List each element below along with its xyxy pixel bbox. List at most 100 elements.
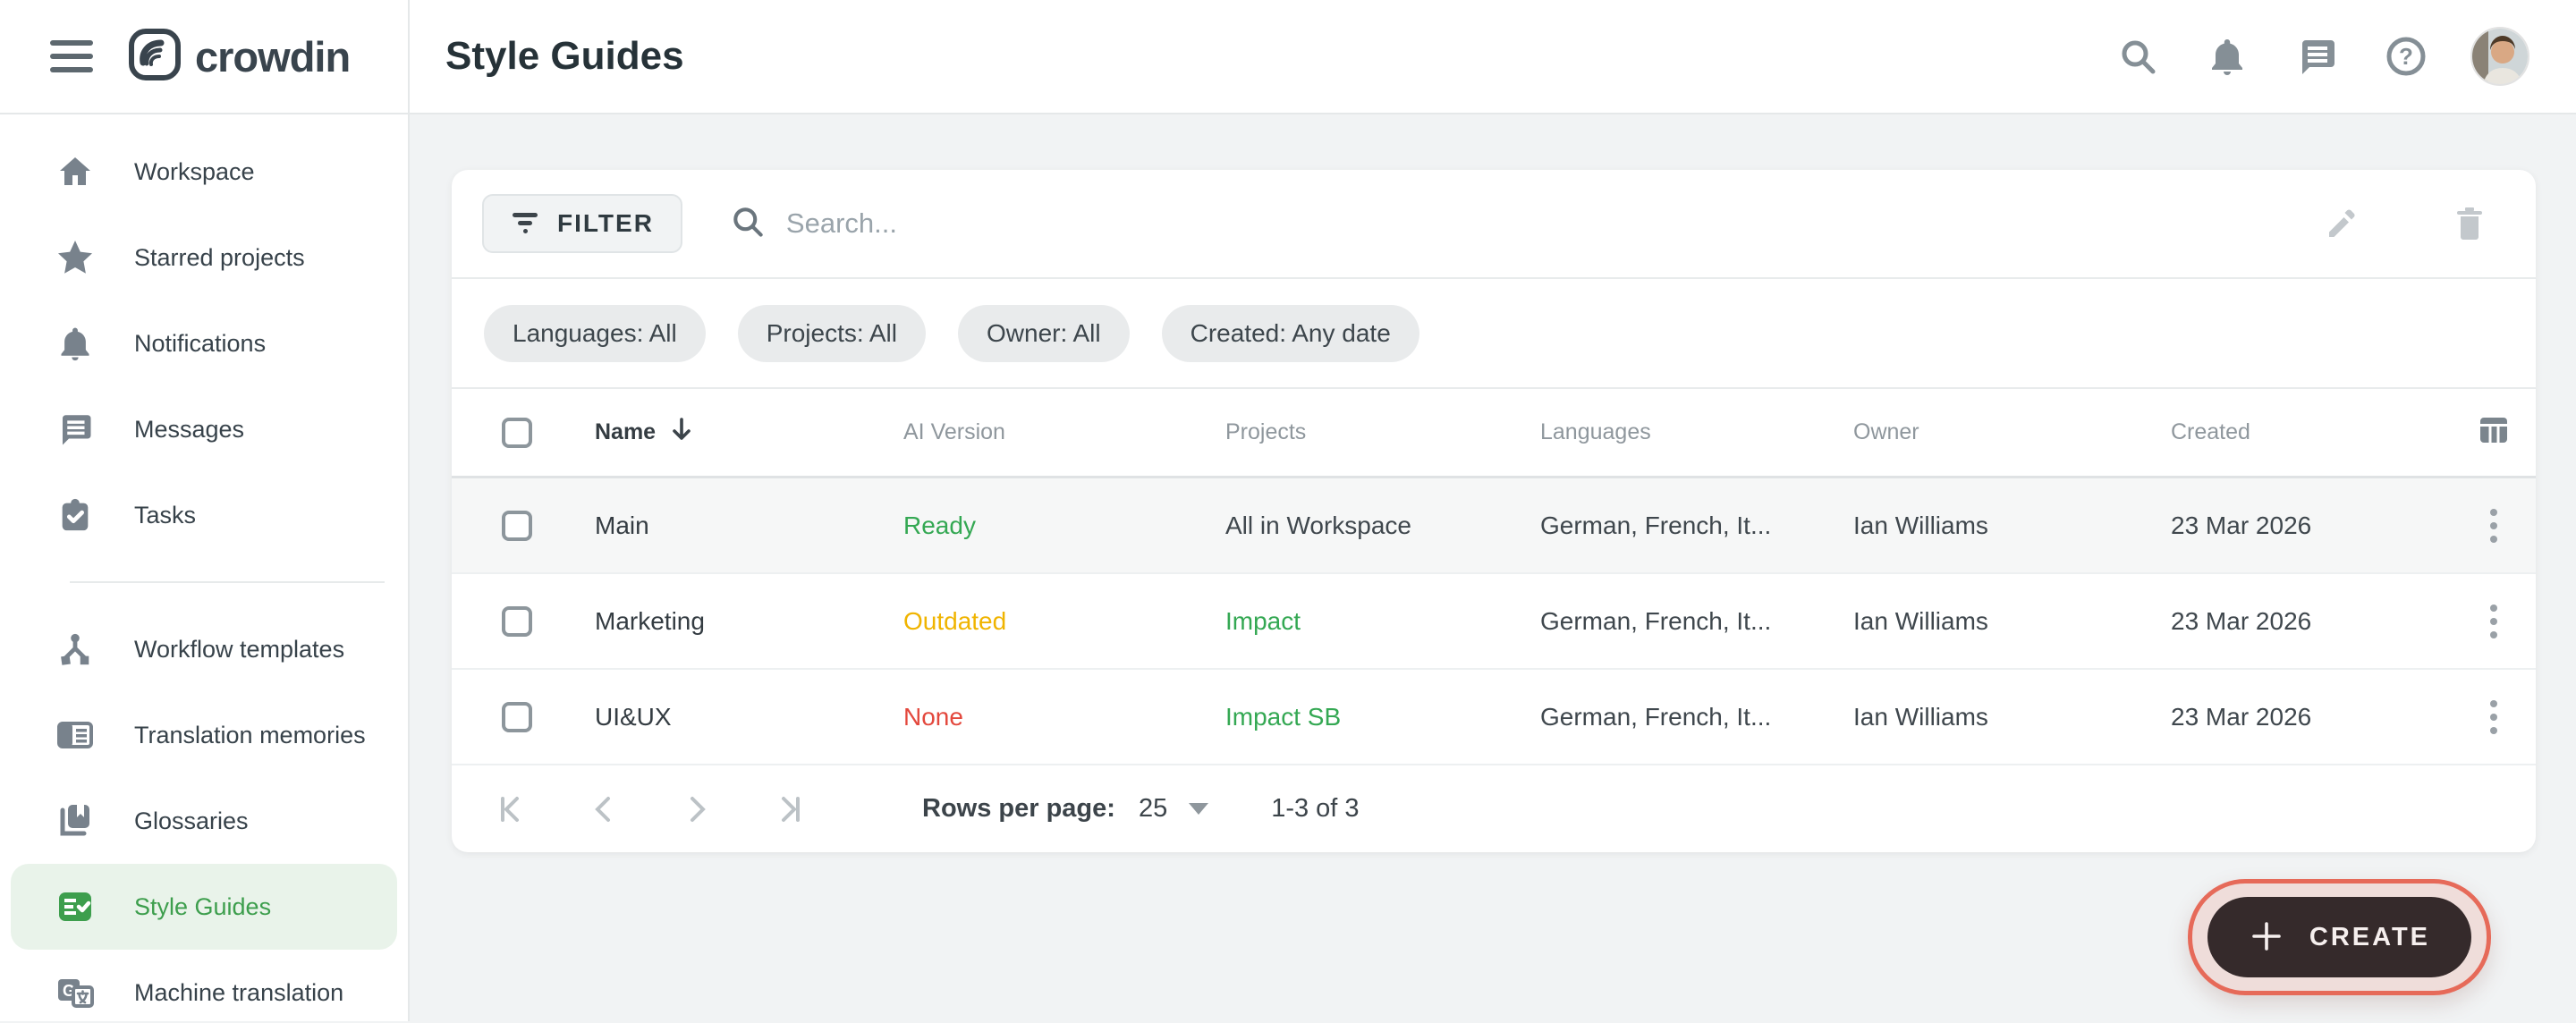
topbar-main: Style Guides ? [410, 0, 2576, 113]
column-header-languages[interactable]: Languages [1540, 419, 1853, 445]
table-row[interactable]: Marketing Outdated Impact German, French… [452, 574, 2536, 670]
filter-button-label: FILTER [557, 209, 654, 238]
messages-chat-icon[interactable] [2292, 31, 2342, 81]
chip-owner[interactable]: Owner: All [958, 305, 1130, 362]
sidebar-item-notifications[interactable]: Notifications [11, 300, 397, 386]
sidebar-item-label: Starred projects [134, 244, 305, 272]
cell-languages: German, French, It... [1540, 607, 1853, 636]
top-bar: crowdin Style Guides ? [0, 0, 2576, 114]
cell-projects-link[interactable]: Impact [1225, 607, 1540, 636]
cell-created: 23 Mar 2026 [2171, 703, 2478, 731]
sidebar-item-messages[interactable]: Messages [11, 386, 397, 472]
cell-projects-link[interactable]: Impact SB [1225, 703, 1540, 731]
sidebar-item-style-guides[interactable]: Style Guides [11, 864, 397, 950]
row-checkbox[interactable] [502, 606, 532, 637]
cell-created: 23 Mar 2026 [2171, 607, 2478, 636]
last-page-icon[interactable] [770, 790, 809, 829]
sidebar-item-workspace[interactable]: Workspace [11, 129, 397, 215]
toolbar-actions [2318, 199, 2505, 249]
column-header-projects[interactable]: Projects [1225, 419, 1540, 445]
menu-icon[interactable] [50, 40, 93, 72]
crowdin-logo-icon [127, 27, 182, 87]
help-icon[interactable]: ? [2381, 31, 2431, 81]
style-guides-icon [55, 887, 95, 926]
sidebar-item-starred-projects[interactable]: Starred projects [11, 215, 397, 300]
row-checkbox[interactable] [502, 702, 532, 732]
cell-ai-version: None [903, 703, 1225, 731]
delete-trash-icon[interactable] [2445, 199, 2495, 249]
cell-created: 23 Mar 2026 [2171, 512, 2478, 540]
sidebar-item-glossaries[interactable]: Glossaries [11, 778, 397, 864]
table-row[interactable]: UI&UX None Impact SB German, French, It.… [452, 670, 2536, 765]
style-guides-card: FILTER La [452, 170, 2536, 852]
machine-translation-icon: G [55, 973, 95, 1012]
column-settings-icon[interactable] [2478, 414, 2509, 451]
chip-projects[interactable]: Projects: All [738, 305, 926, 362]
cell-name: UI&UX [595, 703, 903, 731]
rows-per-page-label: Rows per page: [922, 794, 1115, 824]
plus-icon [2249, 918, 2284, 957]
edit-pencil-icon[interactable] [2318, 199, 2368, 249]
chip-languages[interactable]: Languages: All [484, 305, 706, 362]
cell-ai-version: Ready [903, 512, 1225, 540]
row-menu-kebab-icon[interactable] [2478, 599, 2509, 644]
row-checkbox[interactable] [502, 511, 532, 541]
sidebar-item-tasks[interactable]: Tasks [11, 472, 397, 558]
sort-desc-arrow-icon [670, 417, 693, 448]
search-icon [729, 203, 767, 245]
next-page-icon[interactable] [677, 790, 716, 829]
cell-owner: Ian Williams [1853, 703, 2171, 731]
filter-icon [511, 210, 541, 238]
sidebar-divider [70, 581, 385, 583]
sidebar-item-workflow-templates[interactable]: Workflow templates [11, 606, 397, 692]
sidebar-item-translation-memories[interactable]: Translation memories [11, 692, 397, 778]
create-button[interactable]: CREATE [2207, 897, 2471, 977]
sidebar-item-label: Tasks [134, 502, 196, 529]
page-title: Style Guides [445, 34, 684, 79]
main-content: FILTER La [410, 114, 2576, 1021]
cell-ai-version: Outdated [903, 607, 1225, 636]
column-header-owner[interactable]: Owner [1853, 419, 2171, 445]
row-menu-kebab-icon[interactable] [2478, 503, 2509, 548]
filter-button[interactable]: FILTER [482, 194, 682, 253]
first-page-icon[interactable] [491, 790, 530, 829]
topbar-actions: ? [2113, 27, 2529, 86]
cell-projects: All in Workspace [1225, 512, 1540, 540]
previous-page-icon[interactable] [584, 790, 623, 829]
translation-memory-icon [55, 715, 95, 755]
brand-wordmark: crowdin [195, 32, 350, 81]
home-icon [55, 152, 95, 191]
cell-name: Main [595, 512, 903, 540]
user-avatar[interactable] [2470, 27, 2529, 86]
brand-area: crowdin [0, 0, 410, 113]
chip-created[interactable]: Created: Any date [1162, 305, 1419, 362]
search-icon[interactable] [2113, 31, 2163, 81]
create-button-label: CREATE [2309, 923, 2430, 952]
search-field [729, 203, 2318, 245]
search-input[interactable] [786, 207, 1591, 240]
create-zone: CREATE [452, 852, 2536, 995]
sidebar-item-label: Translation memories [134, 722, 366, 749]
workflow-icon [55, 630, 95, 669]
sidebar-item-machine-translation[interactable]: G Machine translation [11, 950, 397, 1023]
cell-name: Marketing [595, 607, 903, 636]
column-header-created[interactable]: Created [2171, 419, 2478, 445]
crowdin-logo[interactable]: crowdin [127, 27, 350, 87]
select-all-checkbox[interactable] [502, 418, 532, 448]
message-icon [55, 410, 95, 449]
rows-per-page-select[interactable]: 25 [1139, 794, 1208, 824]
cell-languages: German, French, It... [1540, 703, 1853, 731]
column-header-name[interactable]: Name [595, 417, 903, 448]
table-row[interactable]: Main Ready All in Workspace German, Fren… [452, 478, 2536, 574]
column-header-ai-version[interactable]: AI Version [903, 419, 1225, 445]
bell-icon [55, 324, 95, 363]
notifications-bell-icon[interactable] [2202, 31, 2252, 81]
filter-chips-row: Languages: All Projects: All Owner: All … [452, 279, 2536, 389]
svg-text:?: ? [2399, 43, 2413, 70]
sidebar-item-label: Workflow templates [134, 636, 344, 664]
caret-down-icon [1189, 803, 1208, 815]
sidebar-item-label: Machine translation [134, 979, 343, 1007]
create-highlight-ring: CREATE [2188, 879, 2491, 995]
sidebar-item-label: Glossaries [134, 807, 249, 835]
row-menu-kebab-icon[interactable] [2478, 695, 2509, 740]
